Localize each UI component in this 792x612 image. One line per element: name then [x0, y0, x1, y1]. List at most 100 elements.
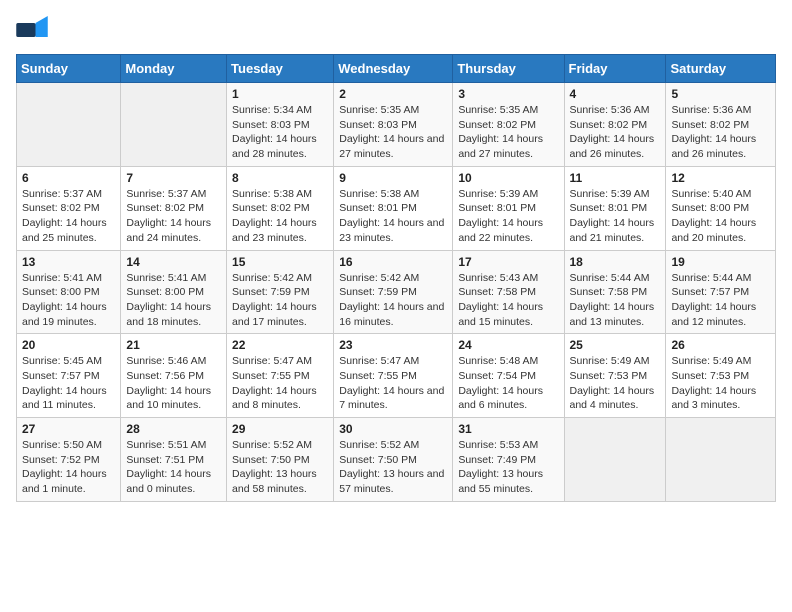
calendar-week-2: 6 Sunrise: 5:37 AMSunset: 8:02 PMDaylight… [17, 166, 776, 250]
day-number: 6 [22, 171, 115, 185]
calendar-week-3: 13 Sunrise: 5:41 AMSunset: 8:00 PMDayligh… [17, 250, 776, 334]
calendar-cell: 24 Sunrise: 5:48 AMSunset: 7:54 PMDayligh… [453, 334, 564, 418]
day-detail: Sunrise: 5:49 AMSunset: 7:53 PMDaylight:… [671, 354, 770, 413]
day-number: 27 [22, 422, 115, 436]
calendar-header: SundayMondayTuesdayWednesdayThursdayFrid… [17, 55, 776, 83]
day-detail: Sunrise: 5:45 AMSunset: 7:57 PMDaylight:… [22, 354, 115, 413]
day-number: 8 [232, 171, 328, 185]
calendar-cell [564, 418, 666, 502]
calendar-cell: 5 Sunrise: 5:36 AMSunset: 8:02 PMDaylight… [666, 83, 776, 167]
day-number: 21 [126, 338, 221, 352]
day-number: 15 [232, 255, 328, 269]
day-number: 22 [232, 338, 328, 352]
day-detail: Sunrise: 5:35 AMSunset: 8:03 PMDaylight:… [339, 103, 447, 162]
calendar-cell: 4 Sunrise: 5:36 AMSunset: 8:02 PMDaylight… [564, 83, 666, 167]
day-detail: Sunrise: 5:41 AMSunset: 8:00 PMDaylight:… [22, 271, 115, 330]
day-number: 18 [570, 255, 661, 269]
day-number: 5 [671, 87, 770, 101]
weekday-header-monday: Monday [121, 55, 227, 83]
day-detail: Sunrise: 5:40 AMSunset: 8:00 PMDaylight:… [671, 187, 770, 246]
day-detail: Sunrise: 5:37 AMSunset: 8:02 PMDaylight:… [22, 187, 115, 246]
calendar-week-4: 20 Sunrise: 5:45 AMSunset: 7:57 PMDayligh… [17, 334, 776, 418]
day-number: 23 [339, 338, 447, 352]
calendar-cell: 6 Sunrise: 5:37 AMSunset: 8:02 PMDaylight… [17, 166, 121, 250]
weekday-header-saturday: Saturday [666, 55, 776, 83]
day-number: 7 [126, 171, 221, 185]
weekday-header-friday: Friday [564, 55, 666, 83]
day-detail: Sunrise: 5:34 AMSunset: 8:03 PMDaylight:… [232, 103, 328, 162]
calendar-cell: 9Sunrise: 5:38 AMSunset: 8:01 PMDaylight… [334, 166, 453, 250]
day-detail: Sunrise: 5:48 AMSunset: 7:54 PMDaylight:… [458, 354, 558, 413]
calendar-cell: 19Sunrise: 5:44 AMSunset: 7:57 PMDayligh… [666, 250, 776, 334]
day-number: 17 [458, 255, 558, 269]
day-number: 14 [126, 255, 221, 269]
day-number: 25 [570, 338, 661, 352]
day-detail: Sunrise: 5:52 AMSunset: 7:50 PMDaylight:… [232, 438, 328, 497]
day-detail: Sunrise: 5:49 AMSunset: 7:53 PMDaylight:… [570, 354, 661, 413]
weekday-header-sunday: Sunday [17, 55, 121, 83]
day-number: 13 [22, 255, 115, 269]
day-detail: Sunrise: 5:42 AMSunset: 7:59 PMDaylight:… [339, 271, 447, 330]
calendar-cell: 12 Sunrise: 5:40 AMSunset: 8:00 PMDayligh… [666, 166, 776, 250]
weekday-header-row: SundayMondayTuesdayWednesdayThursdayFrid… [17, 55, 776, 83]
day-number: 10 [458, 171, 558, 185]
weekday-header-tuesday: Tuesday [227, 55, 334, 83]
day-detail: Sunrise: 5:51 AMSunset: 7:51 PMDaylight:… [126, 438, 221, 497]
calendar-cell: 18 Sunrise: 5:44 AMSunset: 7:58 PMDayligh… [564, 250, 666, 334]
logo-icon [16, 16, 48, 44]
day-detail: Sunrise: 5:36 AMSunset: 8:02 PMDaylight:… [570, 103, 661, 162]
day-detail: Sunrise: 5:52 AMSunset: 7:50 PMDaylight:… [339, 438, 447, 497]
day-number: 16 [339, 255, 447, 269]
day-number: 1 [232, 87, 328, 101]
calendar-cell: 3Sunrise: 5:35 AMSunset: 8:02 PMDaylight… [453, 83, 564, 167]
logo [16, 16, 52, 44]
calendar-cell: 23 Sunrise: 5:47 AMSunset: 7:55 PMDayligh… [334, 334, 453, 418]
day-number: 24 [458, 338, 558, 352]
day-detail: Sunrise: 5:46 AMSunset: 7:56 PMDaylight:… [126, 354, 221, 413]
calendar-cell: 29 Sunrise: 5:52 AMSunset: 7:50 PMDayligh… [227, 418, 334, 502]
day-number: 20 [22, 338, 115, 352]
calendar-cell: 22 Sunrise: 5:47 AMSunset: 7:55 PMDayligh… [227, 334, 334, 418]
calendar-cell: 15 Sunrise: 5:42 AMSunset: 7:59 PMDayligh… [227, 250, 334, 334]
day-detail: Sunrise: 5:50 AMSunset: 7:52 PMDaylight:… [22, 438, 115, 497]
calendar-week-1: 1 Sunrise: 5:34 AMSunset: 8:03 PMDaylight… [17, 83, 776, 167]
calendar-week-5: 27 Sunrise: 5:50 AMSunset: 7:52 PMDayligh… [17, 418, 776, 502]
calendar-cell: 31 Sunrise: 5:53 AMSunset: 7:49 PMDayligh… [453, 418, 564, 502]
calendar-cell [17, 83, 121, 167]
day-detail: Sunrise: 5:47 AMSunset: 7:55 PMDaylight:… [339, 354, 447, 413]
day-detail: Sunrise: 5:47 AMSunset: 7:55 PMDaylight:… [232, 354, 328, 413]
day-detail: Sunrise: 5:53 AMSunset: 7:49 PMDaylight:… [458, 438, 558, 497]
day-detail: Sunrise: 5:44 AMSunset: 7:58 PMDaylight:… [570, 271, 661, 330]
calendar-cell: 30 Sunrise: 5:52 AMSunset: 7:50 PMDayligh… [334, 418, 453, 502]
calendar-cell: 25 Sunrise: 5:49 AMSunset: 7:53 PMDayligh… [564, 334, 666, 418]
calendar-cell: 21 Sunrise: 5:46 AMSunset: 7:56 PMDayligh… [121, 334, 227, 418]
calendar-cell: 14 Sunrise: 5:41 AMSunset: 8:00 PMDayligh… [121, 250, 227, 334]
day-number: 3 [458, 87, 558, 101]
day-detail: Sunrise: 5:36 AMSunset: 8:02 PMDaylight:… [671, 103, 770, 162]
day-number: 2 [339, 87, 447, 101]
calendar-cell: 26Sunrise: 5:49 AMSunset: 7:53 PMDayligh… [666, 334, 776, 418]
calendar-cell [666, 418, 776, 502]
calendar-cell: 13 Sunrise: 5:41 AMSunset: 8:00 PMDayligh… [17, 250, 121, 334]
day-number: 19 [671, 255, 770, 269]
day-number: 28 [126, 422, 221, 436]
calendar-cell: 28 Sunrise: 5:51 AMSunset: 7:51 PMDayligh… [121, 418, 227, 502]
calendar-cell: 1 Sunrise: 5:34 AMSunset: 8:03 PMDaylight… [227, 83, 334, 167]
calendar-cell: 2 Sunrise: 5:35 AMSunset: 8:03 PMDaylight… [334, 83, 453, 167]
day-number: 4 [570, 87, 661, 101]
day-number: 29 [232, 422, 328, 436]
calendar-cell: 20 Sunrise: 5:45 AMSunset: 7:57 PMDayligh… [17, 334, 121, 418]
day-detail: Sunrise: 5:39 AMSunset: 8:01 PMDaylight:… [458, 187, 558, 246]
calendar-body: 1 Sunrise: 5:34 AMSunset: 8:03 PMDaylight… [17, 83, 776, 502]
calendar-cell: 8Sunrise: 5:38 AMSunset: 8:02 PMDaylight… [227, 166, 334, 250]
day-number: 31 [458, 422, 558, 436]
day-detail: Sunrise: 5:41 AMSunset: 8:00 PMDaylight:… [126, 271, 221, 330]
calendar-cell: 27 Sunrise: 5:50 AMSunset: 7:52 PMDayligh… [17, 418, 121, 502]
day-number: 11 [570, 171, 661, 185]
day-detail: Sunrise: 5:42 AMSunset: 7:59 PMDaylight:… [232, 271, 328, 330]
day-detail: Sunrise: 5:43 AMSunset: 7:58 PMDaylight:… [458, 271, 558, 330]
calendar-cell: 11Sunrise: 5:39 AMSunset: 8:01 PMDayligh… [564, 166, 666, 250]
day-number: 30 [339, 422, 447, 436]
weekday-header-thursday: Thursday [453, 55, 564, 83]
day-number: 12 [671, 171, 770, 185]
